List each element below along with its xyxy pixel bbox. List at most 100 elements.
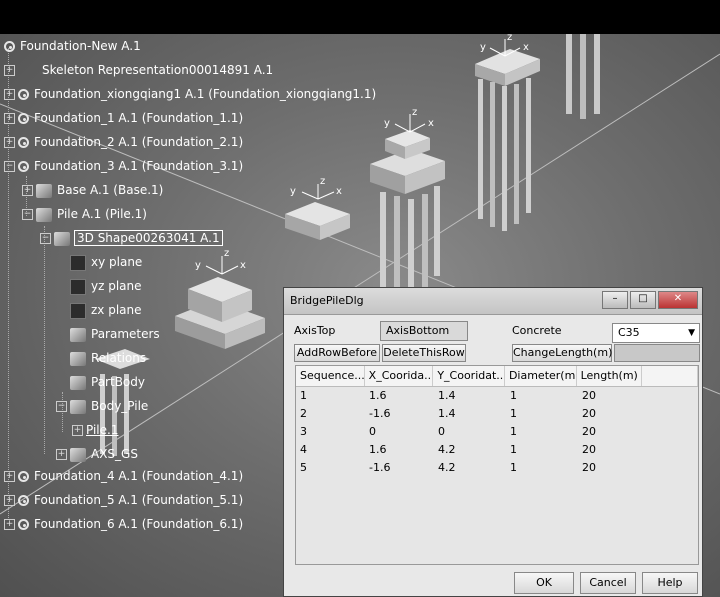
- tree-foundation-2[interactable]: + Foundation_2 A.1 (Foundation_2.1): [4, 132, 243, 152]
- tree-root[interactable]: Foundation-New A.1: [4, 36, 141, 56]
- expand-icon[interactable]: +: [56, 449, 67, 460]
- tree-partbody[interactable]: PartBody: [70, 372, 145, 392]
- tree-foundation-3-label: Foundation_3 A.1 (Foundation_3.1): [34, 159, 244, 173]
- col-length[interactable]: Length(m): [577, 366, 643, 386]
- expand-icon[interactable]: +: [4, 471, 15, 482]
- add-row-before-button[interactable]: AddRowBefore: [294, 344, 380, 362]
- expand-icon[interactable]: +: [4, 137, 15, 148]
- col-y[interactable]: Y_Cooridat...: [433, 366, 505, 386]
- parameters-icon: [70, 327, 86, 342]
- tree-foundation-3[interactable]: − Foundation_3 A.1 (Foundation_3.1): [4, 156, 243, 176]
- table-cell[interactable]: 0: [365, 423, 434, 441]
- cancel-button[interactable]: Cancel: [580, 572, 636, 594]
- table-cell[interactable]: 20: [578, 423, 644, 441]
- axis-bottom-field[interactable]: AxisBottom: [380, 321, 468, 341]
- tree-zx-plane[interactable]: zx plane: [70, 300, 142, 320]
- table-cell[interactable]: 1: [506, 423, 578, 441]
- expand-icon[interactable]: +: [4, 519, 15, 530]
- table-cell[interactable]: 4.2: [434, 441, 506, 459]
- table-row[interactable]: 1 1.6 1.4 1 20: [296, 387, 698, 405]
- tree-foundation-xq[interactable]: + Foundation_xiongqiang1 A.1 (Foundation_…: [4, 84, 376, 104]
- table-cell[interactable]: 1.6: [365, 387, 434, 405]
- axis-triad-small: [301, 184, 335, 200]
- close-icon[interactable]: ✕: [658, 291, 698, 309]
- table-cell[interactable]: 1: [296, 387, 365, 405]
- table-cell[interactable]: 1: [506, 459, 578, 477]
- partbody-icon: [70, 375, 86, 390]
- shape-icon: [54, 231, 70, 246]
- product-icon: [4, 41, 15, 52]
- concrete-value: C35: [618, 326, 640, 339]
- pile-table[interactable]: Sequence... X_Coorida... Y_Cooridat... D…: [295, 365, 699, 565]
- tree-base-label: Base A.1 (Base.1): [57, 183, 164, 197]
- table-cell[interactable]: 1: [506, 441, 578, 459]
- tree-skeleton[interactable]: + Skeleton Representation00014891 A.1: [4, 60, 273, 80]
- change-length-button[interactable]: ChangeLength(m): [512, 344, 612, 362]
- change-length-input[interactable]: [614, 344, 700, 362]
- body-icon: [70, 399, 86, 414]
- col-diameter[interactable]: Diameter(m): [505, 366, 577, 386]
- table-cell[interactable]: 20: [578, 441, 644, 459]
- tree-foundation-6[interactable]: + Foundation_6 A.1 (Foundation_6.1): [4, 514, 243, 534]
- table-cell[interactable]: 0: [434, 423, 506, 441]
- table-cell[interactable]: 4.2: [434, 459, 506, 477]
- minimize-icon[interactable]: –: [602, 291, 628, 309]
- tree-root-label: Foundation-New A.1: [20, 39, 141, 53]
- table-cell[interactable]: 1.6: [365, 441, 434, 459]
- expand-icon[interactable]: +: [72, 425, 83, 436]
- collapse-icon[interactable]: −: [4, 161, 15, 172]
- maximize-icon[interactable]: □: [630, 291, 656, 309]
- tree-pile[interactable]: − Pile A.1 (Pile.1): [22, 204, 147, 224]
- table-row[interactable]: 4 1.6 4.2 1 20: [296, 441, 698, 459]
- expand-icon[interactable]: +: [4, 113, 15, 124]
- expand-icon[interactable]: +: [4, 65, 15, 76]
- expand-icon[interactable]: +: [4, 495, 15, 506]
- table-cell[interactable]: -1.6: [365, 405, 434, 423]
- delete-this-row-button[interactable]: DeleteThisRow: [382, 344, 466, 362]
- tree-relations[interactable]: Relations: [70, 348, 146, 368]
- table-row[interactable]: 3 0 0 1 20: [296, 423, 698, 441]
- expand-icon[interactable]: +: [4, 89, 15, 100]
- table-cell[interactable]: 5: [296, 459, 365, 477]
- collapse-icon[interactable]: −: [56, 401, 67, 412]
- product-icon: [18, 471, 29, 482]
- table-cell[interactable]: 1: [506, 387, 578, 405]
- dialog-titlebar[interactable]: BridgePileDlg – □ ✕: [284, 288, 702, 315]
- table-cell[interactable]: 3: [296, 423, 365, 441]
- table-row[interactable]: 2 -1.6 1.4 1 20: [296, 405, 698, 423]
- ok-button[interactable]: OK: [514, 572, 574, 594]
- tree-parameters[interactable]: Parameters: [70, 324, 160, 344]
- tree-base[interactable]: + Base A.1 (Base.1): [22, 180, 163, 200]
- table-cell[interactable]: 1.4: [434, 405, 506, 423]
- collapse-icon[interactable]: −: [40, 233, 51, 244]
- col-x[interactable]: X_Coorida...: [365, 366, 434, 386]
- table-cell[interactable]: 20: [578, 387, 644, 405]
- expand-icon[interactable]: +: [22, 185, 33, 196]
- tree-xy-plane[interactable]: xy plane: [70, 252, 142, 272]
- table-cell[interactable]: 20: [578, 405, 644, 423]
- axis-label-z-mid: z: [412, 107, 417, 118]
- help-button[interactable]: Help: [642, 572, 698, 594]
- tree-foundation-4[interactable]: + Foundation_4 A.1 (Foundation_4.1): [4, 466, 243, 486]
- concrete-select[interactable]: C35 ▼: [612, 323, 700, 343]
- tree-pile1[interactable]: + Pile.1: [72, 420, 118, 440]
- table-cell[interactable]: 2: [296, 405, 365, 423]
- axis-label-x-top: x: [523, 42, 529, 53]
- tree-3dshape[interactable]: − 3D Shape00263041 A.1: [40, 228, 223, 248]
- tree-axs-gs[interactable]: + AXS_GS: [56, 444, 138, 464]
- col-sequence[interactable]: Sequence...: [296, 366, 365, 386]
- tree-yz-plane[interactable]: yz plane: [70, 276, 142, 296]
- tree-foundation-5[interactable]: + Foundation_5 A.1 (Foundation_5.1): [4, 490, 243, 510]
- axis-triad-left: [205, 256, 239, 275]
- tree-body-pile[interactable]: − Body_Pile: [56, 396, 148, 416]
- tree-foundation-1[interactable]: + Foundation_1 A.1 (Foundation_1.1): [4, 108, 243, 128]
- plane-icon: [70, 254, 86, 271]
- table-row[interactable]: 5 -1.6 4.2 1 20: [296, 459, 698, 477]
- part-icon: [36, 183, 52, 198]
- collapse-icon[interactable]: −: [22, 209, 33, 220]
- table-cell[interactable]: 1: [506, 405, 578, 423]
- table-cell[interactable]: 20: [578, 459, 644, 477]
- table-cell[interactable]: -1.6: [365, 459, 434, 477]
- table-cell[interactable]: 1.4: [434, 387, 506, 405]
- table-cell[interactable]: 4: [296, 441, 365, 459]
